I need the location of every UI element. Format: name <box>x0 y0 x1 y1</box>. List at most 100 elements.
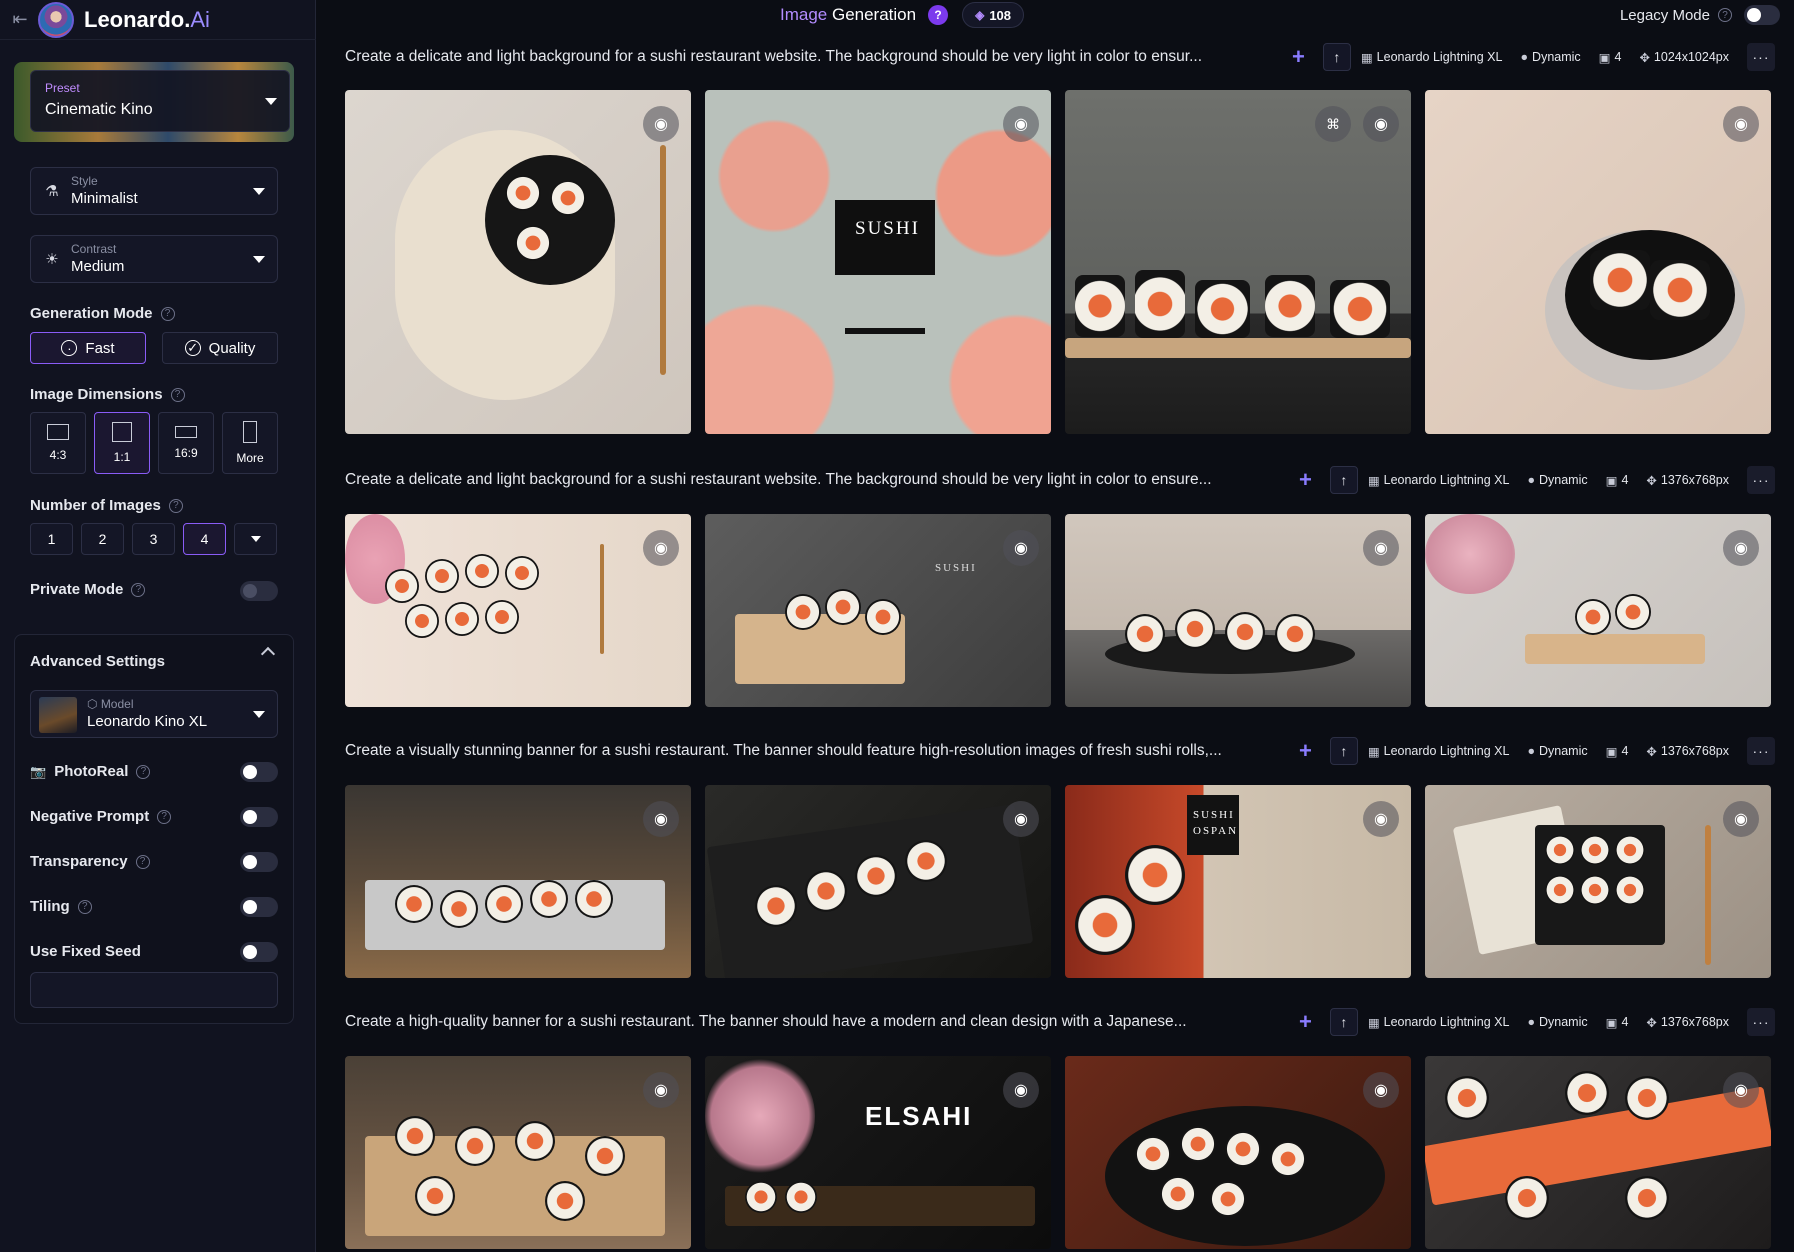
help-icon[interactable]: ? <box>131 582 146 597</box>
dimension-16-9-button[interactable]: 16:9 <box>158 412 214 474</box>
help-icon[interactable]: ? <box>160 306 175 321</box>
more-options-button[interactable]: ··· <box>1747 43 1775 71</box>
help-icon[interactable]: ? <box>157 809 172 824</box>
eye-icon[interactable]: ◉ <box>1003 801 1039 837</box>
logo-icon[interactable] <box>38 1 74 38</box>
help-icon[interactable]: ? <box>1718 8 1732 22</box>
eye-icon[interactable]: ◉ <box>1363 801 1399 837</box>
negative-prompt-toggle[interactable] <box>240 807 278 827</box>
style-meta: ● Dynamic <box>1520 50 1580 64</box>
num-images-dropdown[interactable] <box>234 523 277 555</box>
dimension-more-button[interactable]: More <box>222 412 278 474</box>
help-icon[interactable]: ? <box>168 498 183 513</box>
sushi-roll <box>455 1126 495 1166</box>
model-select[interactable]: ⬡ Model Leonardo Kino XL <box>30 690 278 738</box>
sushi-roll <box>1625 1076 1669 1120</box>
dimension-1-1-button[interactable]: 1:1 <box>94 412 150 474</box>
collapse-sidebar-icon[interactable]: ⇤ <box>8 8 32 32</box>
sushi-roll <box>1615 594 1651 630</box>
brand-name[interactable]: Leonardo.Ai <box>84 7 210 33</box>
add-icon[interactable]: + <box>1299 467 1312 493</box>
eye-icon[interactable]: ◉ <box>1363 530 1399 566</box>
help-icon[interactable]: ? <box>77 899 92 914</box>
generated-image[interactable]: ◉ <box>1425 1056 1771 1249</box>
token-balance[interactable]: ◈ 108 <box>962 2 1025 28</box>
generated-image[interactable]: ◉ <box>1425 90 1771 434</box>
help-icon[interactable]: ? <box>136 764 151 779</box>
generated-image[interactable]: SUSHI OSPAN ◉ <box>1065 785 1411 978</box>
legacy-mode-toggle[interactable] <box>1744 5 1780 25</box>
prompt-text[interactable]: Create a visually stunning banner for a … <box>345 742 1255 760</box>
eye-icon[interactable]: ◉ <box>1723 530 1759 566</box>
photoreal-toggle[interactable] <box>240 762 278 782</box>
num-images-4[interactable]: 4 <box>183 523 226 555</box>
add-icon[interactable]: + <box>1299 1009 1312 1035</box>
add-icon[interactable]: + <box>1299 738 1312 764</box>
eye-icon[interactable]: ◉ <box>1363 1072 1399 1108</box>
generated-image[interactable]: ELSAHI ◉ <box>705 1056 1051 1249</box>
photoreal-label: PhotoReal <box>54 763 129 780</box>
prompt-text[interactable]: Create a delicate and light background f… <box>345 48 1245 66</box>
more-options-button[interactable]: ··· <box>1747 1008 1775 1036</box>
tiling-toggle[interactable] <box>240 897 278 917</box>
generated-image[interactable]: ◉ <box>1425 785 1771 978</box>
generated-image[interactable]: ⌘ ◉ <box>1065 90 1411 434</box>
eye-icon[interactable]: ◉ <box>1003 1072 1039 1108</box>
generated-image[interactable]: ◉ <box>1065 514 1411 707</box>
help-icon[interactable]: ? <box>928 5 949 25</box>
reuse-prompt-button[interactable]: ↑ <box>1329 466 1358 494</box>
seed-input[interactable] <box>30 972 278 1008</box>
eye-icon[interactable]: ◉ <box>1363 106 1399 142</box>
contrast-select[interactable]: ☀ Contrast Medium <box>30 235 278 283</box>
transparency-toggle[interactable] <box>240 852 278 872</box>
fast-mode-button[interactable]: · Fast <box>30 332 146 364</box>
sushi-roll <box>505 175 541 211</box>
eye-icon[interactable]: ◉ <box>643 106 679 142</box>
num-images-1[interactable]: 1 <box>30 523 73 555</box>
eye-icon[interactable]: ◉ <box>643 1072 679 1108</box>
title-main: Generation <box>827 5 917 24</box>
generated-image[interactable]: ◉ <box>345 90 691 434</box>
chevron-up-icon[interactable] <box>260 646 276 662</box>
generated-image[interactable]: ◉ <box>345 1056 691 1249</box>
generated-image[interactable]: ◉ <box>705 785 1051 978</box>
generated-image[interactable]: SUSHI ◉ <box>705 514 1051 707</box>
preset-card[interactable]: Preset Cinematic Kino <box>14 62 294 142</box>
eye-icon[interactable]: ◉ <box>643 801 679 837</box>
eye-icon[interactable]: ◉ <box>1003 106 1039 142</box>
more-options-button[interactable]: ··· <box>1747 466 1775 494</box>
add-icon[interactable]: + <box>1292 44 1305 70</box>
help-icon[interactable]: ? <box>170 387 185 402</box>
dimension-4-3-button[interactable]: 4:3 <box>30 412 86 474</box>
reuse-prompt-button[interactable]: ↑ <box>1322 43 1351 71</box>
prompt-text[interactable]: Create a delicate and light background f… <box>345 471 1255 489</box>
eye-icon[interactable]: ◉ <box>1003 530 1039 566</box>
generated-image[interactable]: ◉ <box>345 785 691 978</box>
advanced-settings-title[interactable]: Advanced Settings <box>30 653 165 670</box>
num-images-2[interactable]: 2 <box>81 523 124 555</box>
eye-icon[interactable]: ◉ <box>1723 106 1759 142</box>
style-select[interactable]: ⚗ Style Minimalist <box>30 167 278 215</box>
reuse-prompt-button[interactable]: ↑ <box>1329 1008 1358 1036</box>
sushi-roll <box>1275 614 1315 654</box>
images-icon: ▣ <box>1605 744 1618 759</box>
eye-icon[interactable]: ◉ <box>643 530 679 566</box>
generated-image[interactable]: SUSHI ◉ <box>705 90 1051 434</box>
generated-image[interactable]: ◉ <box>1065 1056 1411 1249</box>
sushi-roll <box>1195 280 1250 338</box>
more-options-button[interactable]: ··· <box>1747 737 1775 765</box>
preset-select[interactable]: Preset Cinematic Kino <box>30 70 290 132</box>
qr-icon[interactable]: ⌘ <box>1315 106 1351 142</box>
help-icon[interactable]: ? <box>135 854 150 869</box>
reuse-prompt-button[interactable]: ↑ <box>1329 737 1358 765</box>
num-images-3[interactable]: 3 <box>132 523 175 555</box>
eye-icon[interactable]: ◉ <box>1723 801 1759 837</box>
eye-icon[interactable]: ◉ <box>1723 1072 1759 1108</box>
generated-image[interactable]: ◉ <box>345 514 691 707</box>
quality-mode-button[interactable]: ✓ Quality <box>162 332 278 364</box>
model-meta: ▦ Leonardo Lightning XL <box>1368 1015 1510 1030</box>
prompt-text[interactable]: Create a high-quality banner for a sushi… <box>345 1013 1255 1031</box>
private-mode-toggle[interactable] <box>240 581 278 601</box>
fixed-seed-toggle[interactable] <box>240 942 278 962</box>
generated-image[interactable]: ◉ <box>1425 514 1771 707</box>
